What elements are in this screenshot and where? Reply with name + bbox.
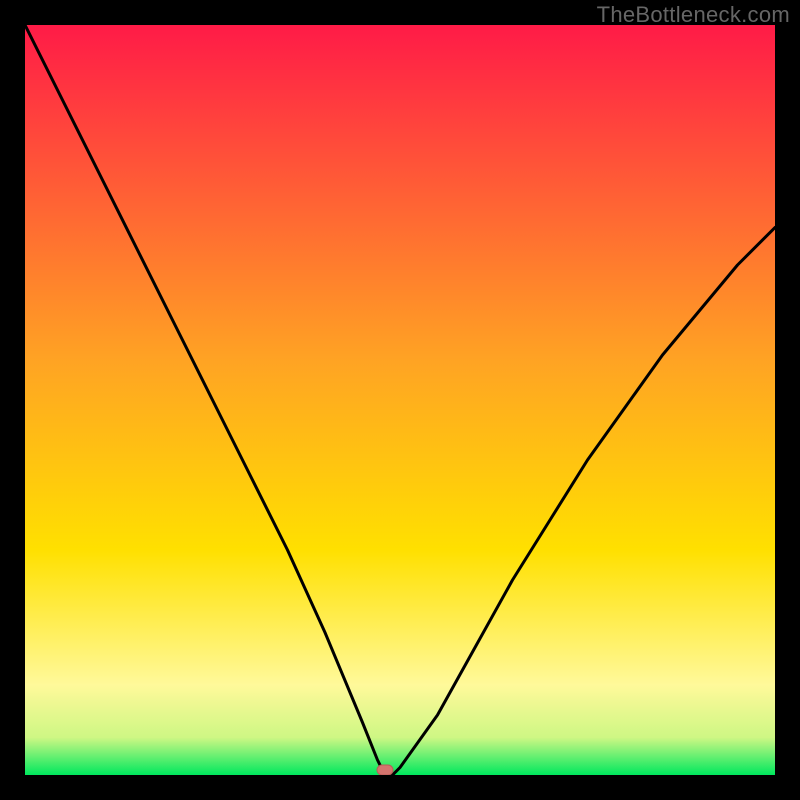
chart-frame: TheBottleneck.com	[0, 0, 800, 800]
watermark-text: TheBottleneck.com	[597, 2, 790, 28]
plot-area	[25, 25, 775, 775]
gradient-background	[25, 25, 775, 775]
optimum-marker	[377, 765, 393, 775]
bottleneck-curve-chart	[25, 25, 775, 775]
